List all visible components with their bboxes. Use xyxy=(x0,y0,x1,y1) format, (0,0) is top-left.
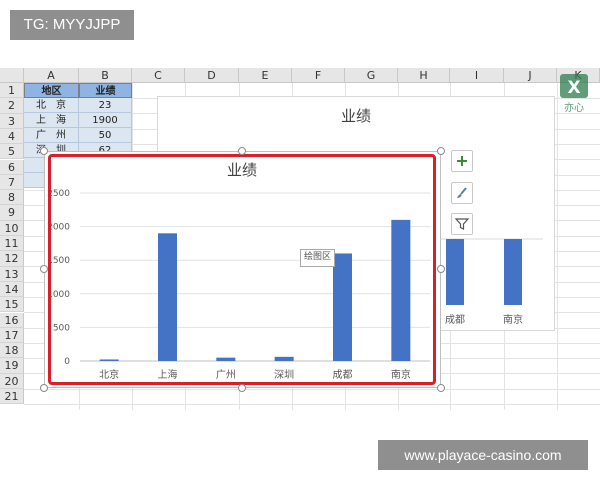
y-tick-label: 2000 xyxy=(47,223,70,233)
bar-0[interactable] xyxy=(99,359,119,361)
website-badge: www.playace-casino.com xyxy=(378,440,588,470)
bar-3[interactable] xyxy=(274,356,294,361)
chart-styles-button[interactable] xyxy=(451,182,473,204)
filter-icon xyxy=(455,218,469,230)
y-tick-label: 1000 xyxy=(47,290,70,300)
resize-handle-top-left[interactable] xyxy=(40,147,48,155)
resize-handle-right[interactable] xyxy=(437,265,445,273)
x-tick-label: 广州 xyxy=(216,369,236,381)
plot-area-tooltip: 绘图区 xyxy=(300,249,336,267)
chart-elements-button[interactable] xyxy=(451,150,473,172)
brush-icon xyxy=(457,187,467,198)
y-tick-label: 2500 xyxy=(47,189,70,199)
resize-handle-left[interactable] xyxy=(40,265,48,273)
bar-5[interactable] xyxy=(391,219,411,361)
resize-handle-bottom-left[interactable] xyxy=(40,384,48,392)
chart-title: 业绩 xyxy=(227,161,257,179)
selected-chart-plot[interactable]: 业绩 0 500 1000 1500 2000 2500 北京 上海 广州 深圳 成都 南京 xyxy=(0,0,600,480)
bar-4[interactable] xyxy=(333,253,352,361)
y-tick-label: 1500 xyxy=(47,256,70,266)
y-tick-label: 500 xyxy=(53,323,70,333)
x-tick-label: 南京 xyxy=(391,368,411,381)
x-tick-label: 成都 xyxy=(333,369,353,381)
resize-handle-top[interactable] xyxy=(238,147,246,155)
x-tick-label: 深圳 xyxy=(274,369,294,381)
resize-handle-bottom[interactable] xyxy=(238,384,246,392)
chart-filters-button[interactable] xyxy=(451,213,473,235)
resize-handle-bottom-right[interactable] xyxy=(437,384,445,392)
bar-1[interactable] xyxy=(158,233,177,361)
resize-handle-top-right[interactable] xyxy=(437,147,445,155)
x-tick-label: 北京 xyxy=(99,368,119,381)
y-tick-label: 0 xyxy=(64,357,70,367)
bar-2[interactable] xyxy=(216,357,236,361)
x-tick-label: 上海 xyxy=(158,368,178,381)
plus-icon xyxy=(457,156,467,166)
